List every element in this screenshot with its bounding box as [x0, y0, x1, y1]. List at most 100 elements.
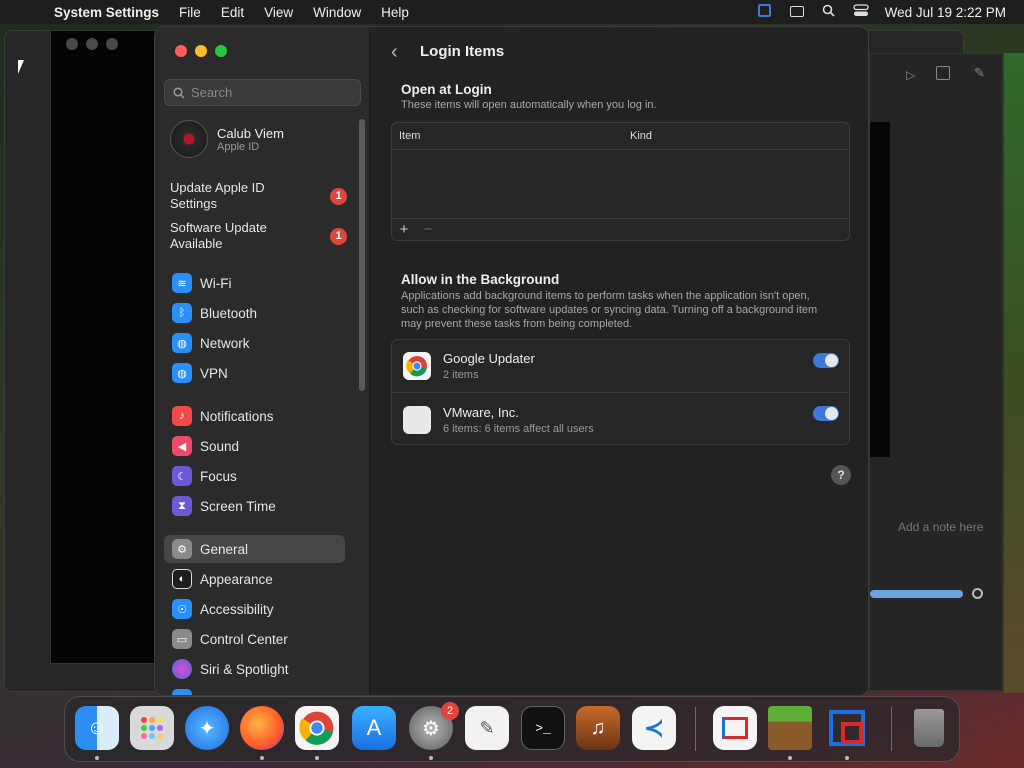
cursor-arrow-icon: [18, 60, 24, 74]
sidebar-item-label: Siri & Spotlight: [200, 661, 289, 677]
close-button[interactable]: [175, 45, 187, 57]
remove-item-button[interactable]: −: [416, 221, 440, 238]
safari-icon[interactable]: ✦: [185, 706, 229, 750]
screen-mirroring-icon[interactable]: [781, 5, 813, 20]
dark-preview-panel: [870, 122, 890, 457]
running-indicator: [260, 756, 264, 760]
background-window-dark: [50, 30, 160, 664]
finder-icon[interactable]: ☺: [75, 706, 119, 750]
add-item-button[interactable]: +: [392, 221, 416, 238]
google-updater-toggle[interactable]: [813, 353, 839, 368]
help-button[interactable]: ?: [831, 465, 851, 485]
note-field[interactable]: Add a note here: [898, 520, 983, 534]
alert-label: Settings: [170, 196, 217, 211]
terminal-icon[interactable]: >_: [521, 706, 565, 750]
sidebar-item-label: VPN: [200, 365, 228, 381]
chrome-icon: [403, 352, 431, 380]
sidebar-item-network[interactable]: ◍ Network: [164, 329, 345, 357]
menu-clock[interactable]: Wed Jul 19 2:22 PM: [877, 5, 1024, 20]
menu-view[interactable]: View: [254, 5, 303, 20]
sidebar-item-siri-spotlight[interactable]: Siri & Spotlight: [164, 655, 345, 683]
sidebar-item-sound[interactable]: ◀ Sound: [164, 432, 345, 460]
sidebar-item-notifications[interactable]: ♪ Notifications: [164, 402, 345, 430]
sidebar: Calub Viem Apple ID Update Apple IDSetti…: [155, 27, 370, 695]
sidebar-item-wifi[interactable]: ≋ Wi-Fi: [164, 269, 345, 297]
trash-icon[interactable]: [907, 706, 951, 750]
menu-window[interactable]: Window: [303, 5, 371, 20]
update-apple-id-alert[interactable]: Update Apple ID Settings 1: [170, 180, 360, 212]
login-items-table[interactable]: Item Kind + −: [391, 122, 850, 241]
table-footer: + −: [392, 218, 849, 240]
speaker-icon: ◀: [172, 436, 192, 456]
item-subtitle: 6 items: 6 items affect all users: [443, 422, 594, 435]
search-input[interactable]: [191, 85, 351, 100]
vscode-icon[interactable]: ≺: [632, 706, 676, 750]
background-app-window: ▷ ✎ Add a note here: [869, 53, 1003, 691]
zoom-button[interactable]: [215, 45, 227, 57]
progress-bar[interactable]: [870, 590, 963, 598]
garageband-icon[interactable]: ♫: [576, 706, 620, 750]
vmware-toggle[interactable]: [813, 406, 839, 421]
list-item-google-updater[interactable]: Google Updater 2 items: [392, 340, 849, 393]
chrome-icon[interactable]: [295, 706, 339, 750]
textedit-icon[interactable]: ✎: [465, 706, 509, 750]
apple-id-profile[interactable]: Calub Viem Apple ID: [170, 120, 284, 158]
sidebar-item-label: Screen Time: [200, 498, 276, 514]
alert-label: Software Update: [170, 220, 267, 235]
sidebar-item-label: Sound: [200, 438, 240, 454]
sidebar-item-label: Wi-Fi: [200, 275, 232, 291]
menu-file[interactable]: File: [169, 5, 211, 20]
moon-icon: ☾: [172, 466, 192, 486]
sidebar-scrollbar[interactable]: [359, 119, 365, 391]
list-item-vmware[interactable]: VMware, Inc. 6 items: 6 items affect all…: [392, 393, 849, 446]
sidebar-item-vpn[interactable]: ◍ VPN: [164, 359, 345, 387]
back-chevron-icon[interactable]: ‹: [391, 41, 398, 64]
sidebar-item-control-center[interactable]: ▭ Control Center: [164, 625, 345, 653]
minecraft-icon[interactable]: [768, 706, 812, 750]
spotlight-search-icon[interactable]: [813, 4, 845, 20]
running-indicator: [845, 756, 849, 760]
wifi-icon: ≋: [172, 273, 192, 293]
vmware-fusion-icon[interactable]: [825, 706, 869, 750]
menu-help[interactable]: Help: [371, 5, 419, 20]
allow-background-heading: Allow in the Background: [401, 272, 560, 287]
hourglass-icon: ⧗: [172, 496, 192, 516]
sidebar-item-appearance[interactable]: ◐ Appearance: [164, 565, 345, 593]
control-center-icon[interactable]: [845, 4, 877, 20]
column-header-kind[interactable]: Kind: [630, 130, 652, 142]
software-update-alert[interactable]: Software Update Available 1: [170, 220, 360, 252]
progress-knob[interactable]: [972, 588, 983, 599]
app-store-icon[interactable]: A: [352, 706, 396, 750]
sidebar-item-general[interactable]: ⚙ General: [164, 535, 345, 563]
generic-app-icon: [403, 405, 431, 434]
launchpad-icon[interactable]: [130, 706, 174, 750]
background-items-list: Google Updater 2 items VMware, Inc. 6 it…: [391, 339, 850, 445]
item-subtitle: 2 items: [443, 369, 479, 381]
dock: ☺ ✦ A ⚙ 2 ✎ >_ ♫ ≺: [64, 696, 960, 762]
minimize-button[interactable]: [195, 45, 207, 57]
table-header: Item Kind: [392, 123, 849, 150]
sidebar-item-accessibility[interactable]: ☉ Accessibility: [164, 595, 345, 623]
sidebar-item-focus[interactable]: ☾ Focus: [164, 462, 345, 490]
menu-bar: System Settings File Edit View Window He…: [0, 0, 1024, 24]
menu-app-name[interactable]: System Settings: [52, 5, 169, 20]
menu-edit[interactable]: Edit: [211, 5, 254, 20]
sidebar-item-privacy-partial[interactable]: [164, 685, 345, 695]
column-header-item[interactable]: Item: [399, 130, 630, 142]
profile-subtitle: Apple ID: [217, 140, 260, 153]
firefox-icon[interactable]: [240, 706, 284, 750]
search-field[interactable]: [164, 79, 361, 106]
allow-background-subtitle: Applications add background items to per…: [401, 290, 818, 330]
open-at-login-heading: Open at Login: [401, 82, 492, 97]
search-icon: [173, 86, 185, 99]
gear-icon: ⚙: [172, 539, 192, 559]
globe-icon: ◍: [172, 363, 192, 383]
sidebar-item-bluetooth[interactable]: ᛒ Bluetooth: [164, 299, 345, 327]
sidebar-item-label: Bluetooth: [200, 305, 258, 321]
parallels-icon[interactable]: [713, 706, 757, 750]
sidebar-item-screen-time[interactable]: ⧗ Screen Time: [164, 492, 345, 520]
notification-badge: 1: [330, 187, 347, 205]
vmware-tray-icon[interactable]: [749, 4, 781, 20]
sidebar-item-label: General: [200, 541, 249, 557]
system-settings-icon[interactable]: ⚙ 2: [409, 702, 459, 750]
